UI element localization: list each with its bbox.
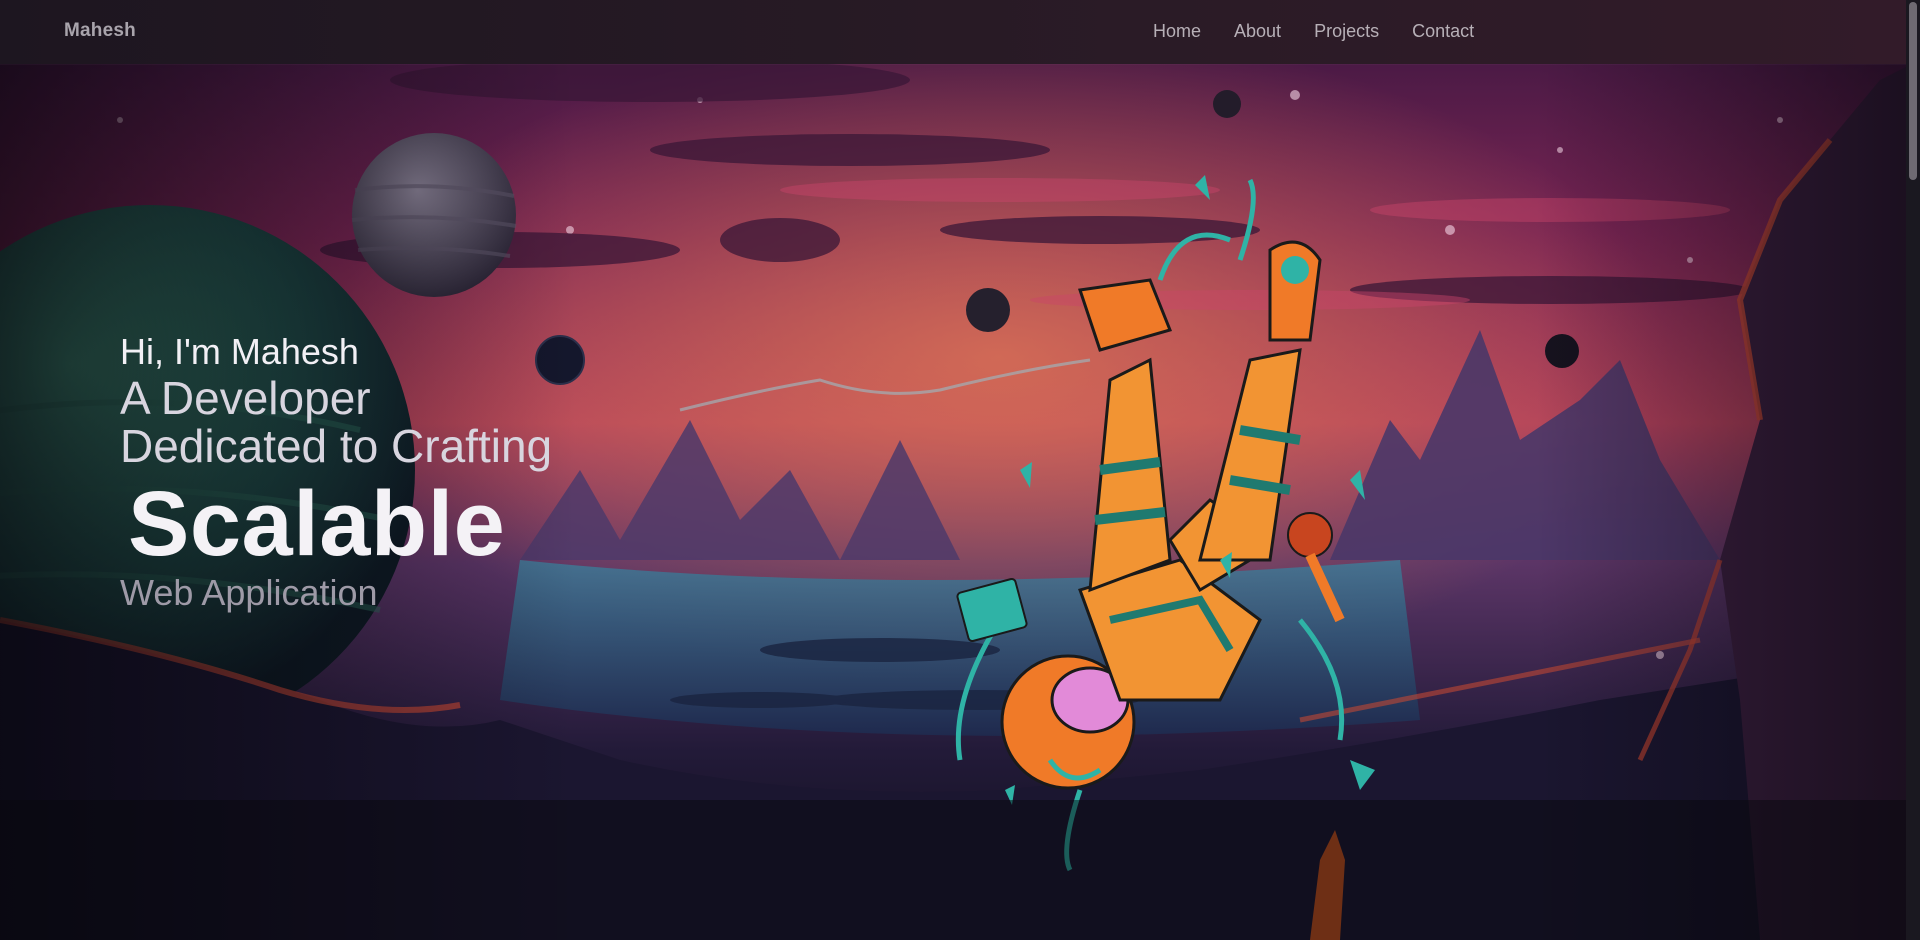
hero-text: Hi, I'm Mahesh A Developer Dedicated to … <box>120 330 640 612</box>
hero-role-line: A Developer <box>120 372 371 424</box>
hero-tagline-line: Dedicated to Crafting <box>120 420 553 472</box>
scrollbar-thumb[interactable] <box>1909 2 1917 180</box>
nav-links: Home About Projects Contact <box>1153 21 1507 42</box>
hero-greeting: Hi, I'm Mahesh <box>120 331 359 372</box>
hero-subtitle-line: Web Application <box>120 572 378 613</box>
nav-link-home[interactable]: Home <box>1153 21 1201 42</box>
page-scrollbar[interactable] <box>1906 0 1920 940</box>
hero-highlight-word: Scalable <box>128 473 506 575</box>
nav-link-projects[interactable]: Projects <box>1314 21 1379 42</box>
nav-link-contact[interactable]: Contact <box>1412 21 1474 42</box>
brand-logo-text[interactable]: Mahesh <box>64 20 136 42</box>
nav-link-about[interactable]: About <box>1234 21 1281 42</box>
top-navbar: Mahesh Home About Projects Contact <box>0 0 1906 64</box>
